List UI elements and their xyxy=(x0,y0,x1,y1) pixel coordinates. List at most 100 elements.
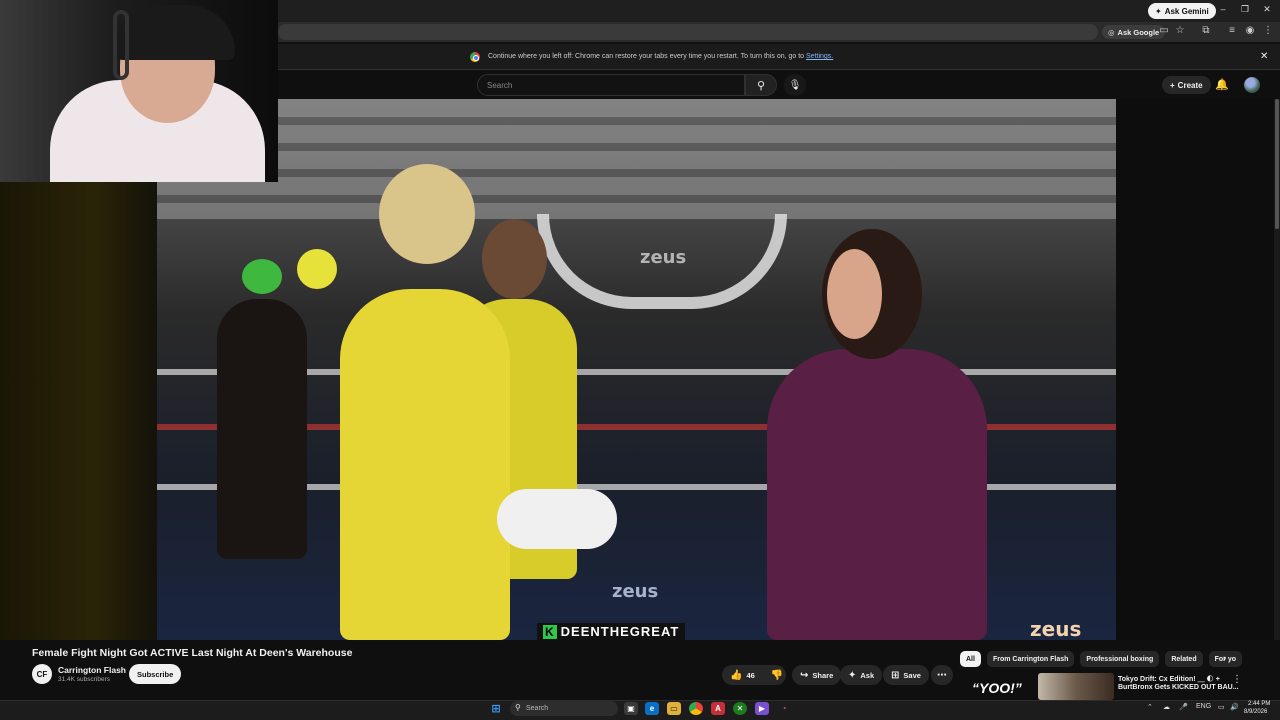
task-view-icon[interactable]: ▣ xyxy=(624,702,638,715)
tray-chevron-up-icon[interactable]: ⌃ xyxy=(1147,703,1153,711)
zeus-banner: zeus xyxy=(640,247,687,268)
save-button[interactable]: ⊞ Save xyxy=(883,665,929,685)
person-blonde-hair xyxy=(379,164,475,264)
windows-taskbar xyxy=(0,700,1280,720)
xbox-icon[interactable]: ✕ xyxy=(733,702,747,715)
network-icon[interactable]: ▭ xyxy=(1218,703,1225,711)
subscribe-button[interactable]: Subscribe xyxy=(129,664,182,684)
chip-professional-boxing[interactable]: Professional boxing xyxy=(1080,651,1160,667)
video-letterbox-right xyxy=(1116,99,1274,640)
share-label: Share xyxy=(812,670,834,680)
ask-google-button[interactable]: ◎ Ask Google xyxy=(1102,25,1166,39)
reading-list-icon[interactable]: ≡ xyxy=(1225,25,1239,36)
search-icon: ⚲ xyxy=(515,703,521,712)
clock-time[interactable]: 2:44 PM xyxy=(1248,701,1270,707)
like-count: 46 xyxy=(746,670,755,680)
close-window-icon[interactable]: ✕ xyxy=(1260,4,1274,15)
more-horizontal-icon: ⋯ xyxy=(937,669,947,681)
subscriber-count: 31.4K subscribers xyxy=(58,676,111,683)
obs-icon[interactable]: ▶ xyxy=(755,702,769,715)
restore-infobar: Continue where you left off: Chrome can … xyxy=(278,44,1280,70)
background-person xyxy=(217,299,307,559)
caption-text: DEENTHEGREAT xyxy=(560,624,680,639)
save-icon: ⊞ xyxy=(891,669,900,681)
profile-icon[interactable]: ◉ xyxy=(1243,25,1257,36)
search-button[interactable]: ⚲ xyxy=(745,74,777,96)
edge-icon[interactable]: e xyxy=(645,702,659,715)
sparkle-icon: ✦ xyxy=(1155,6,1162,16)
share-button[interactable]: ↪ Share xyxy=(792,665,842,685)
clock-date[interactable]: 8/9/2026 xyxy=(1244,709,1267,715)
notifications-bell-icon[interactable]: 🔔 xyxy=(1215,78,1229,91)
channel-name[interactable]: Carrington Flash xyxy=(58,665,126,675)
adobe-icon[interactable]: A xyxy=(711,702,725,715)
channel-avatar[interactable]: CF xyxy=(32,664,52,684)
account-avatar[interactable] xyxy=(1244,77,1260,93)
recommended-thumbnail-text: “YOO!” xyxy=(972,680,1022,696)
address-bar[interactable] xyxy=(278,24,1098,40)
bookmark-star-icon[interactable]: ☆ xyxy=(1173,25,1187,36)
person-face xyxy=(827,249,882,339)
cast-icon[interactable]: ▭ xyxy=(1157,25,1171,36)
video-letterbox-left xyxy=(0,182,157,640)
balloon xyxy=(297,249,337,289)
create-label: Create xyxy=(1177,80,1203,90)
ask-gemini-label: Ask Gemini xyxy=(1164,6,1209,16)
app-icon[interactable]: ◔ xyxy=(777,702,791,715)
windows-start-icon[interactable]: ⊞ xyxy=(489,702,503,715)
create-button[interactable]: + Create xyxy=(1162,76,1211,94)
google-lens-icon: ◎ xyxy=(1108,27,1115,37)
person-head xyxy=(482,219,547,299)
search-icon: ⚲ xyxy=(756,79,766,92)
save-label: Save xyxy=(903,670,921,680)
recommended-video-title[interactable]: Tokyo Drift: Cx Edition! ＿ 🌓 + xyxy=(1118,674,1220,684)
ask-label: Ask xyxy=(860,670,875,680)
like-dislike-group: 👍 46 👎 xyxy=(722,665,786,685)
related-chips: All From Carrington Flash Professional b… xyxy=(960,651,1242,667)
extensions-icon[interactable]: ⧉ xyxy=(1199,25,1213,36)
settings-link[interactable]: Settings. xyxy=(806,53,833,60)
more-vertical-icon[interactable]: ⋮ xyxy=(1232,674,1242,685)
language-indicator[interactable]: ENG xyxy=(1196,703,1211,710)
microphone-icon: 🎙 xyxy=(788,79,802,91)
ask-google-label: Ask Google xyxy=(1117,27,1160,37)
recommended-video-thumbnail[interactable] xyxy=(1038,673,1114,700)
voice-search-button[interactable]: 🎙 xyxy=(784,74,806,96)
tray-app-icon[interactable]: ☁ xyxy=(1163,703,1170,711)
taskbar-search-placeholder: Search xyxy=(526,705,549,712)
caption-k: K xyxy=(543,624,557,639)
close-infobar-icon[interactable]: ✕ xyxy=(1260,51,1268,62)
like-icon[interactable]: 👍 xyxy=(730,670,742,681)
video-caption-tag: K DEENTHEGREAT xyxy=(537,623,686,640)
chrome-taskbar-icon[interactable] xyxy=(689,702,703,715)
chip-from-channel[interactable]: From Carrington Flash xyxy=(986,651,1075,667)
dislike-icon[interactable]: 👎 xyxy=(771,670,783,681)
chip-related[interactable]: Related xyxy=(1165,651,1203,667)
zeus-floor-logo: zeus xyxy=(612,581,659,602)
volume-icon[interactable]: 🔊 xyxy=(1230,703,1239,711)
chrome-logo-icon xyxy=(470,52,480,62)
tray-mic-icon[interactable]: 🎤 xyxy=(1179,703,1188,711)
video-title: Female Fight Night Got ACTIVE Last Night… xyxy=(32,647,353,659)
menu-kebab-icon[interactable]: ⋮ xyxy=(1261,25,1275,36)
video-player[interactable]: zeus zeus zeus K DEENTHEGREAT xyxy=(157,99,1116,640)
chip-all[interactable]: All xyxy=(960,651,981,667)
headset xyxy=(113,10,129,80)
ask-button[interactable]: ✦ Ask xyxy=(840,665,883,685)
recommended-video-title[interactable]: BurtBronx Gets KICKED OUT BAU... xyxy=(1118,684,1239,691)
plus-icon: + xyxy=(1170,80,1175,90)
page-scrollbar[interactable] xyxy=(1274,99,1280,640)
person-purple-dress xyxy=(767,349,987,640)
more-actions-button[interactable]: ⋯ xyxy=(931,665,953,685)
taskbar-search-input[interactable]: ⚲ Search xyxy=(510,701,618,716)
zeus-watermark: zeus xyxy=(1030,617,1082,640)
minimize-icon[interactable]: – xyxy=(1216,4,1230,14)
restore-icon[interactable]: ❐ xyxy=(1238,4,1252,15)
sparkle-icon: ✦ xyxy=(848,669,857,681)
chevron-right-icon[interactable]: › xyxy=(1223,653,1226,664)
search-input[interactable]: Search xyxy=(477,74,745,96)
file-explorer-icon[interactable]: ▭ xyxy=(667,702,681,715)
ask-gemini-button[interactable]: ✦ Ask Gemini xyxy=(1148,3,1216,19)
boxing-gloves xyxy=(497,489,617,549)
webcam-overlay xyxy=(0,0,278,182)
